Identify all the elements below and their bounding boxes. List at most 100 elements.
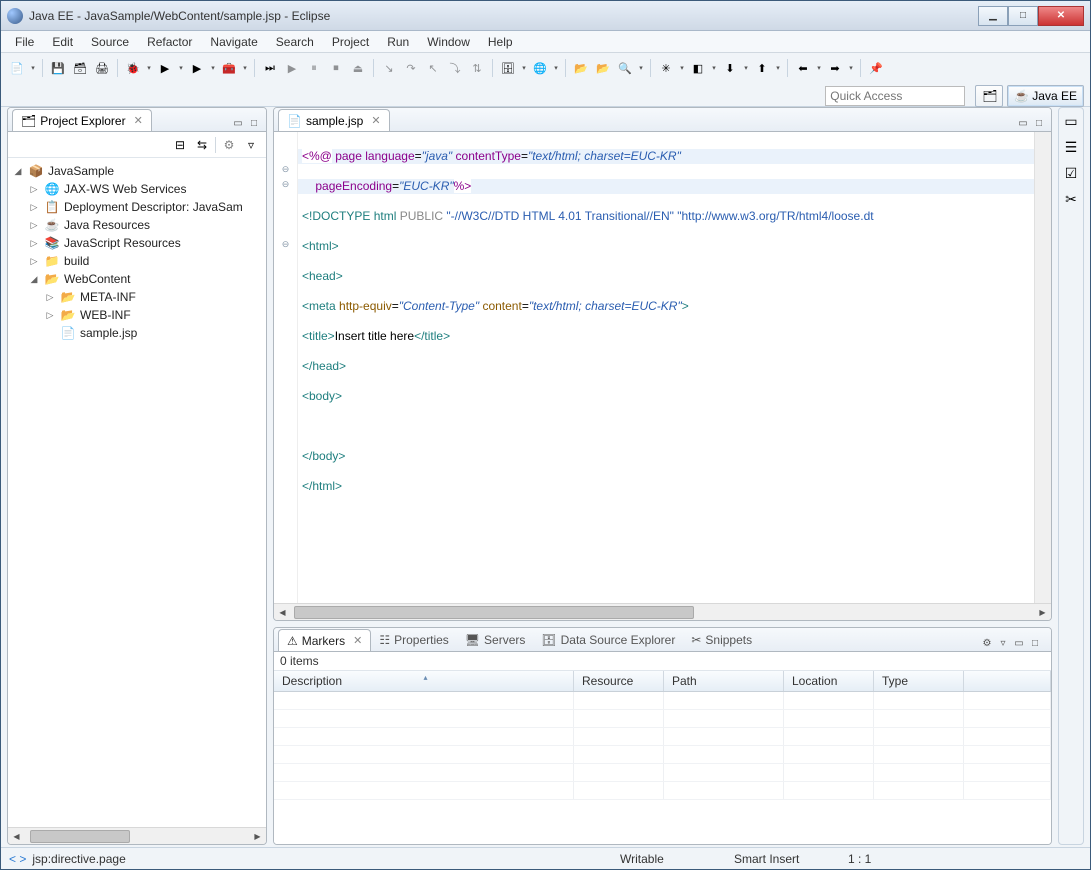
table-row[interactable] — [274, 728, 1051, 746]
menu-window[interactable]: Window — [419, 33, 478, 51]
tree-expand-icon[interactable]: ▷ — [28, 184, 40, 195]
tab-markers[interactable]: ⚠Markers✕ — [278, 629, 371, 651]
suspend-button[interactable]: ⏸ — [304, 58, 324, 78]
table-row[interactable] — [274, 746, 1051, 764]
scroll-left-icon[interactable]: ◀ — [8, 828, 25, 845]
terminate-button[interactable]: ⏹ — [326, 58, 346, 78]
maximize-editor-button[interactable]: □ — [1031, 115, 1047, 131]
menu-refactor[interactable]: Refactor — [139, 33, 200, 51]
menu-file[interactable]: File — [7, 33, 42, 51]
restore-icon[interactable]: ▭ — [1062, 112, 1080, 130]
table-row[interactable] — [274, 782, 1051, 800]
menu-source[interactable]: Source — [83, 33, 137, 51]
fold-marker-icon[interactable]: ⊖ — [274, 162, 297, 177]
tree-deployment-descriptor[interactable]: ▷📋Deployment Descriptor: JavaSam — [12, 198, 262, 216]
run-dropdown[interactable]: ▾ — [177, 64, 185, 72]
new-button[interactable]: 📄 — [7, 58, 27, 78]
menu-search[interactable]: Search — [268, 33, 322, 51]
view-menu-button[interactable]: ▿ — [995, 635, 1011, 651]
outline-view-icon[interactable]: ☰ — [1062, 138, 1080, 156]
tree-expand-icon[interactable]: ▷ — [44, 310, 56, 321]
tree-web-inf[interactable]: ▷📂WEB-INF — [12, 306, 262, 324]
toggle-block-button[interactable]: ◧ — [688, 58, 708, 78]
menu-navigate[interactable]: Navigate — [202, 33, 265, 51]
minimize-editor-button[interactable]: ▭ — [1015, 115, 1031, 131]
col-location[interactable]: Location — [784, 671, 874, 691]
run-last-dropdown[interactable]: ▾ — [209, 64, 217, 72]
col-resource[interactable]: Resource — [574, 671, 664, 691]
use-step-filters-button[interactable]: ⇅ — [467, 58, 487, 78]
run-button[interactable]: ▶ — [155, 58, 175, 78]
tree-twist-icon[interactable]: ◢ — [28, 274, 40, 285]
save-button[interactable]: 💾 — [48, 58, 68, 78]
close-tab-icon[interactable]: ✕ — [371, 114, 380, 127]
debug-button[interactable]: 🐞 — [123, 58, 143, 78]
save-all-button[interactable]: 🗃 — [70, 58, 90, 78]
minimize-button[interactable] — [978, 6, 1008, 26]
editor-body[interactable]: ⊖ ⊖ ⊖ <%@ page language="java" contentTy… — [274, 132, 1051, 603]
project-tree[interactable]: ◢ 📦 JavaSample ▷🌐JAX-WS Web Services ▷📋D… — [8, 158, 266, 827]
editor-vscroll[interactable] — [1034, 132, 1051, 603]
editor-hscroll[interactable]: ◀ ▶ — [274, 603, 1051, 620]
col-type[interactable]: Type — [874, 671, 964, 691]
tree-expand-icon[interactable]: ▷ — [28, 256, 40, 267]
external-tools-button[interactable]: 🧰 — [219, 58, 239, 78]
close-tab-icon[interactable]: ✕ — [134, 114, 143, 127]
skip-breakpoints-button[interactable]: ⏭ — [260, 58, 280, 78]
new-web-button[interactable]: 🌐 — [530, 58, 550, 78]
menu-project[interactable]: Project — [324, 33, 377, 51]
fold-marker-icon[interactable]: ⊖ — [274, 237, 297, 252]
tree-java-resources[interactable]: ▷☕Java Resources — [12, 216, 262, 234]
collapse-all-button[interactable]: ⊟ — [171, 136, 189, 154]
toggle-block-dropdown[interactable]: ▾ — [710, 64, 718, 72]
next-annotation-dropdown[interactable]: ▾ — [742, 64, 750, 72]
new-server-button[interactable]: 🗄 — [498, 58, 518, 78]
tree-expand-icon[interactable]: ▷ — [28, 220, 40, 231]
scroll-left-icon[interactable]: ◀ — [274, 604, 291, 621]
view-filters-button[interactable]: ⚙ — [979, 635, 995, 651]
minimize-view-button[interactable]: ▭ — [1011, 635, 1027, 651]
step-return-button[interactable]: ↖ — [423, 58, 443, 78]
view-customize-button[interactable]: ⚙ — [220, 136, 238, 154]
step-into-button[interactable]: ↘ — [379, 58, 399, 78]
tree-expand-icon[interactable]: ▷ — [28, 238, 40, 249]
fold-marker-icon[interactable]: ⊖ — [274, 177, 297, 192]
back-button[interactable]: ⬅ — [793, 58, 813, 78]
disconnect-button[interactable]: ⏏ — [348, 58, 368, 78]
menu-help[interactable]: Help — [480, 33, 521, 51]
tree-expand-icon[interactable]: ▷ — [44, 292, 56, 303]
step-over-button[interactable]: ↷ — [401, 58, 421, 78]
back-dropdown[interactable]: ▾ — [815, 64, 823, 72]
perspective-javaee[interactable]: ☕Java EE — [1007, 85, 1084, 107]
table-row[interactable] — [274, 692, 1051, 710]
col-description[interactable]: Description▴ — [274, 671, 574, 691]
new-web-dropdown[interactable]: ▾ — [552, 64, 560, 72]
print-button[interactable]: 🖨 — [92, 58, 112, 78]
prev-annotation-dropdown[interactable]: ▾ — [774, 64, 782, 72]
menu-run[interactable]: Run — [379, 33, 417, 51]
new-dropdown[interactable]: ▾ — [29, 64, 37, 72]
resume-button[interactable]: ▶ — [282, 58, 302, 78]
tab-project-explorer[interactable]: 🗂 Project Explorer ✕ — [12, 109, 152, 131]
table-row[interactable] — [274, 764, 1051, 782]
maximize-button[interactable] — [1008, 6, 1038, 26]
new-server-dropdown[interactable]: ▾ — [520, 64, 528, 72]
project-explorer-hscroll[interactable]: ◀ ▶ — [8, 827, 266, 844]
tab-snippets[interactable]: ✂Snippets — [683, 629, 760, 651]
run-last-button[interactable]: ▶ — [187, 58, 207, 78]
tree-meta-inf[interactable]: ▷📂META-INF — [12, 288, 262, 306]
col-extra[interactable] — [964, 671, 1051, 691]
prev-annotation-button[interactable]: ⬆ — [752, 58, 772, 78]
link-editor-button[interactable]: ⇆ — [193, 136, 211, 154]
tree-jaxws[interactable]: ▷🌐JAX-WS Web Services — [12, 180, 262, 198]
open-perspective-button[interactable]: 🗂 — [975, 85, 1003, 107]
tab-properties[interactable]: ☷Properties — [371, 629, 456, 651]
tree-sample-jsp[interactable]: 📄sample.jsp — [12, 324, 262, 342]
snippets-icon[interactable]: ✂ — [1062, 190, 1080, 208]
tree-webcontent[interactable]: ◢📂WebContent — [12, 270, 262, 288]
open-type-button[interactable]: 📂 — [571, 58, 591, 78]
search-button[interactable]: 🔍 — [615, 58, 635, 78]
table-row[interactable] — [274, 710, 1051, 728]
search-dropdown[interactable]: ▾ — [637, 64, 645, 72]
next-annotation-button[interactable]: ⬇ — [720, 58, 740, 78]
